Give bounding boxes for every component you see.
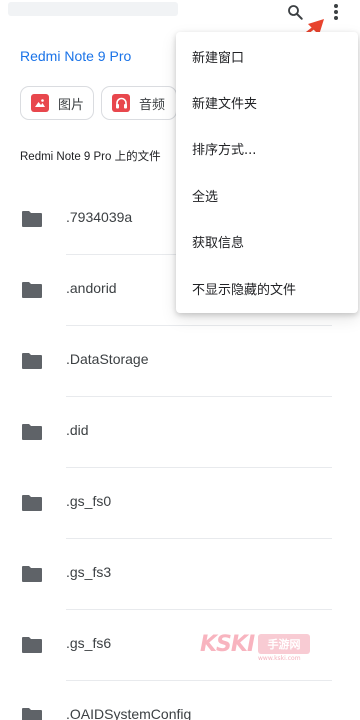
more-options-button[interactable] xyxy=(326,0,346,24)
file-name: .gs_fs6 xyxy=(66,635,112,651)
menu-item-hide-hidden-files[interactable]: 不显示隐藏的文件 xyxy=(176,268,358,308)
file-row[interactable]: .gs_fs3 xyxy=(0,539,360,610)
file-name: .did xyxy=(66,422,89,438)
headphones-icon xyxy=(112,94,130,112)
watermark-brand: KSKI xyxy=(200,632,255,657)
more-vert-icon xyxy=(334,4,338,20)
menu-item-sort-by[interactable]: 排序方式... xyxy=(176,128,358,168)
section-title: Redmi Note 9 Pro 上的文件 xyxy=(20,151,161,163)
file-name: .andorid xyxy=(66,280,117,296)
file-row[interactable]: .DataStorage xyxy=(0,326,360,397)
watermark-badge-text: 手游网 xyxy=(267,638,301,651)
file-name: .7934039a xyxy=(66,209,133,225)
image-icon xyxy=(31,94,49,112)
images-chip[interactable]: 图片 xyxy=(20,86,94,120)
menu-item-new-window[interactable]: 新建窗口 xyxy=(176,36,358,76)
file-name: .gs_fs0 xyxy=(66,493,112,509)
file-row[interactable]: .OAIDSystemConfig xyxy=(0,681,360,720)
folder-icon xyxy=(22,211,42,227)
audio-chip[interactable]: 音频 xyxy=(101,86,177,120)
blurred-app-title xyxy=(8,2,178,16)
overflow-menu: 新建窗口 新建文件夹 排序方式... 全选 获取信息 不显示隐藏的文件 xyxy=(176,32,358,313)
device-title[interactable]: Redmi Note 9 Pro xyxy=(20,48,131,64)
folder-icon xyxy=(22,353,42,369)
folder-icon xyxy=(22,708,42,720)
folder-icon xyxy=(22,637,42,653)
menu-item-get-info[interactable]: 获取信息 xyxy=(176,221,358,261)
watermark-url: www.kski.com xyxy=(258,655,301,662)
menu-item-select-all[interactable]: 全选 xyxy=(176,175,358,215)
watermark: KSKI 手游网 www.kski.com xyxy=(200,630,312,664)
folder-icon xyxy=(22,424,42,440)
file-name: .DataStorage xyxy=(66,351,149,367)
audio-chip-label: 音频 xyxy=(139,97,166,113)
folder-icon xyxy=(22,495,42,511)
watermark-badge: 手游网 xyxy=(258,634,310,654)
images-chip-label: 图片 xyxy=(58,97,85,113)
file-name: .gs_fs3 xyxy=(66,564,112,580)
menu-item-new-folder[interactable]: 新建文件夹 xyxy=(176,82,358,122)
file-row[interactable]: .gs_fs0 xyxy=(0,468,360,539)
file-name: .OAIDSystemConfig xyxy=(66,706,192,720)
folder-icon xyxy=(22,282,42,298)
folder-icon xyxy=(22,566,42,582)
file-row[interactable]: .did xyxy=(0,397,360,468)
